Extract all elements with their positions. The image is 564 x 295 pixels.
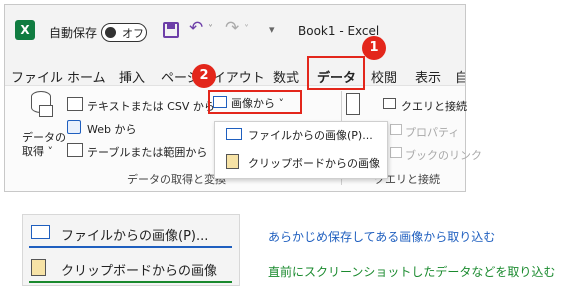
from-picture-dropdown: ファイルからの画像(P)... クリップボードからの画像 bbox=[214, 121, 388, 179]
callout-underline-blue bbox=[29, 246, 232, 248]
autosave-state: オフ bbox=[122, 27, 144, 40]
toggle-knob bbox=[105, 27, 116, 38]
clipboard-icon bbox=[226, 154, 239, 169]
document-title: Book1 - Excel bbox=[298, 24, 380, 38]
queries-connections-button[interactable]: クエリと接続 bbox=[401, 98, 467, 114]
tab-data-highlight bbox=[307, 56, 365, 90]
properties-icon bbox=[390, 124, 402, 135]
tab-review[interactable]: 校閲 bbox=[371, 67, 397, 86]
from-text-csv-button[interactable]: テキストまたは CSV から bbox=[87, 98, 215, 114]
callout-underline-green bbox=[29, 281, 232, 283]
table-grid-icon bbox=[39, 105, 53, 117]
save-icon[interactable] bbox=[163, 22, 179, 38]
table-icon bbox=[67, 143, 83, 157]
undo-dropdown-icon[interactable]: ˅ bbox=[208, 24, 213, 35]
picture-menu-callout: ファイルからの画像(P)... クリップボードからの画像 bbox=[22, 214, 240, 286]
step-badge-2: 2 bbox=[192, 64, 216, 88]
callout-item-from-file[interactable]: ファイルからの画像(P)... bbox=[61, 225, 208, 244]
picture-icon bbox=[213, 96, 227, 108]
group-get-transform-label: データの取得と変換 bbox=[127, 173, 226, 186]
excel-window: X 自動保存 オフ ↶ ˅ ↷ ˅ ▾ Book1 - Excel ファイル ホ… bbox=[4, 4, 482, 192]
tab-automate[interactable]: 自動 bbox=[455, 67, 465, 86]
properties-button[interactable]: プロパティ bbox=[405, 124, 459, 140]
redo-dropdown-icon[interactable]: ˅ bbox=[244, 24, 249, 35]
qat-customize-icon[interactable]: ▾ bbox=[269, 23, 275, 36]
from-picture-button[interactable]: 画像から ˅ bbox=[231, 95, 284, 111]
picture-file-icon bbox=[31, 225, 50, 239]
edit-links-button[interactable]: ブックのリンク bbox=[405, 147, 482, 163]
excel-logo-icon: X bbox=[15, 20, 35, 40]
tab-home[interactable]: ホーム bbox=[67, 67, 106, 86]
step-badge-1: 1 bbox=[362, 36, 386, 60]
get-data-label-2[interactable]: 取得 ˅ bbox=[22, 143, 53, 159]
autosave-label: 自動保存 bbox=[49, 26, 98, 40]
from-table-range-button[interactable]: テーブルまたは範囲から bbox=[87, 144, 207, 160]
tab-formulas[interactable]: 数式 bbox=[273, 67, 299, 86]
tab-page-layout[interactable]: ページレイアウト bbox=[161, 67, 273, 86]
picture-file-icon bbox=[226, 128, 242, 140]
dropdown-item-from-file[interactable]: ファイルからの画像(P)... bbox=[248, 127, 373, 143]
queries-icon bbox=[383, 98, 396, 109]
undo-icon[interactable]: ↶ bbox=[189, 18, 203, 38]
title-bar: X 自動保存 オフ ↶ ˅ ↷ ˅ ▾ Book1 - Excel bbox=[5, 5, 465, 53]
text-file-icon bbox=[67, 97, 83, 111]
tab-insert[interactable]: 挿入 bbox=[119, 67, 145, 86]
from-web-button[interactable]: Web から bbox=[87, 121, 136, 137]
autosave-toggle[interactable]: オフ bbox=[101, 23, 147, 42]
redo-icon[interactable]: ↷ bbox=[225, 18, 239, 38]
web-icon bbox=[67, 120, 81, 134]
refresh-all-icon[interactable] bbox=[346, 93, 360, 115]
dropdown-item-from-clipboard[interactable]: クリップボードからの画像 bbox=[248, 155, 380, 171]
tab-view[interactable]: 表示 bbox=[415, 67, 441, 86]
clipboard-icon bbox=[31, 259, 46, 276]
edit-links-icon bbox=[390, 147, 402, 158]
tab-file[interactable]: ファイル bbox=[11, 67, 63, 86]
note-from-clipboard: 直前にスクリーンショットしたデータなどを取り込む bbox=[268, 265, 556, 279]
callout-item-from-clipboard[interactable]: クリップボードからの画像 bbox=[61, 260, 217, 279]
note-from-file: あらかじめ保存してある画像から取り込む bbox=[268, 230, 496, 244]
